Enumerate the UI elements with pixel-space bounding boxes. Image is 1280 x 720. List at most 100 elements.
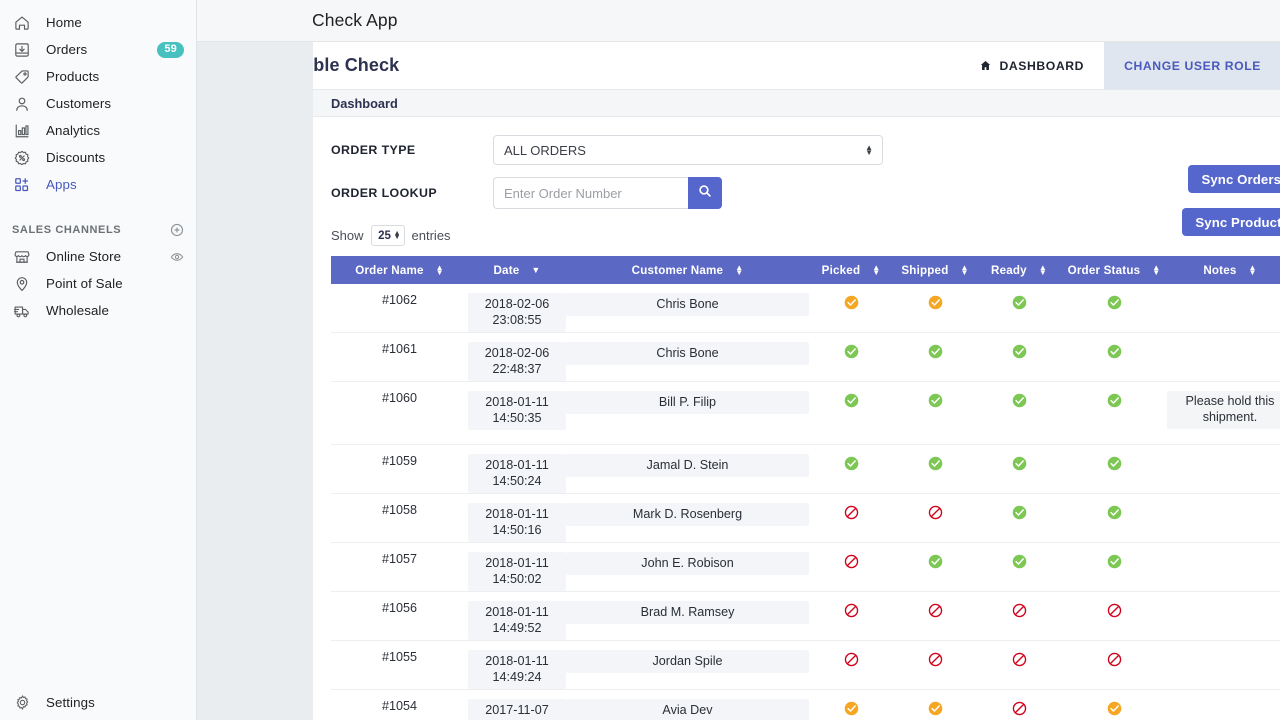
sort-both-icon: ▲▼	[1152, 265, 1160, 275]
column-header-shipped[interactable]: Shipped▲▼	[893, 256, 977, 284]
sidebar-item-products[interactable]: Products	[0, 63, 196, 90]
tab-dashboard[interactable]: DASHBOARD	[959, 42, 1104, 89]
eye-icon[interactable]	[170, 250, 184, 264]
cell-ready	[977, 690, 1061, 720]
cell-notes	[1167, 445, 1280, 494]
tab-change-user-role[interactable]: CHANGE USER ROLE	[1104, 42, 1280, 89]
table-row[interactable]: #10602018-01-1114:50:35Bill P. FilipPlea…	[331, 382, 1280, 445]
search-icon	[698, 184, 712, 203]
storefront-icon	[12, 247, 32, 267]
column-header-ready[interactable]: Ready▲▼	[977, 256, 1061, 284]
check-circle-filled-green-icon	[1011, 504, 1028, 521]
cell-order-status	[1061, 592, 1167, 641]
order-type-select[interactable]: ALL ORDERS ▲▼	[493, 135, 883, 165]
sort-both-icon: ▲▼	[735, 265, 743, 275]
cell-customer-name: Brad M. Ramsey	[566, 592, 809, 641]
cell-date: 2018-01-1114:50:35	[468, 382, 566, 445]
table-row[interactable]: #10622018-02-0623:08:55Chris Bone	[331, 284, 1280, 333]
cell-order-name: #1061	[331, 333, 468, 382]
sidebar-item-label: Analytics	[46, 123, 100, 138]
cell-shipped	[893, 494, 977, 543]
cell-date: 2018-02-0622:48:37	[468, 333, 566, 382]
column-header-label: Order Status	[1068, 264, 1141, 277]
sidebar-item-home[interactable]: Home	[0, 9, 196, 36]
sales-channels-section-header: SALES CHANNELS	[0, 216, 196, 243]
table-row[interactable]: #10612018-02-0622:48:37Chris Bone	[331, 333, 1280, 382]
sidebar-channel-online-store[interactable]: Online Store	[0, 243, 196, 270]
sales-channels-title: SALES CHANNELS	[12, 224, 121, 236]
tab-label: DASHBOARD	[999, 59, 1084, 73]
cell-order-status	[1061, 445, 1167, 494]
cell-order-status	[1061, 543, 1167, 592]
column-header-label: Order Name	[355, 264, 423, 277]
column-header-date[interactable]: Date▼	[468, 256, 566, 284]
column-header-customer-name[interactable]: Customer Name▲▼	[566, 256, 809, 284]
panel-heading: Dashboard	[313, 90, 1280, 117]
sidebar-channel-label: Online Store	[46, 249, 121, 264]
sidebar-item-discounts[interactable]: Discounts	[0, 144, 196, 171]
table-row[interactable]: #10592018-01-1114:50:24Jamal D. Stein	[331, 445, 1280, 494]
cell-ready	[977, 641, 1061, 690]
gear-icon	[12, 693, 32, 713]
table-row[interactable]: #10552018-01-1114:49:24Jordan Spile	[331, 641, 1280, 690]
cell-picked	[809, 382, 893, 445]
sidebar-item-analytics[interactable]: Analytics	[0, 117, 196, 144]
apps-grid-plus-icon	[12, 175, 32, 195]
cell-order-status	[1061, 690, 1167, 720]
sort-both-icon: ▲▼	[872, 265, 880, 275]
check-circle-filled-green-icon	[1011, 392, 1028, 409]
cell-customer-name: Chris Bone	[566, 333, 809, 382]
gutter-titlebar-spacer	[197, 0, 313, 42]
order-type-row: ORDER TYPE ALL ORDERS ▲▼	[331, 135, 1280, 165]
sidebar-item-label: Home	[46, 15, 82, 30]
cell-picked	[809, 284, 893, 333]
column-header-order-status[interactable]: Order Status ▲▼	[1061, 256, 1167, 284]
check-circle-filled-green-icon	[1106, 553, 1123, 570]
cell-date: 2018-01-1114:49:24	[468, 641, 566, 690]
cell-customer-name: Mark D. Rosenberg	[566, 494, 809, 543]
cell-shipped	[893, 592, 977, 641]
order-lookup-group: Enter Order Number	[493, 177, 722, 209]
column-header-label: Date	[493, 264, 519, 277]
column-header-picked[interactable]: Picked▲▼	[809, 256, 893, 284]
orders-table-body: #10622018-02-0623:08:55Chris Bone#106120…	[331, 284, 1280, 720]
blocked-circle-outline-red-icon	[1011, 602, 1028, 619]
panel-body: ORDER TYPE ALL ORDERS ▲▼ ORDER LOOKUP	[313, 117, 1280, 720]
table-row[interactable]: #10562018-01-1114:49:52Brad M. Ramsey	[331, 592, 1280, 641]
blocked-circle-outline-red-icon	[1106, 602, 1123, 619]
sidebar-item-label: Orders	[46, 42, 87, 57]
embedded-app-gutter	[197, 0, 313, 720]
entries-per-page-select[interactable]: 25 ▲▼	[371, 225, 405, 246]
blocked-circle-outline-red-icon	[843, 504, 860, 521]
table-row[interactable]: #10542017-11-0701:31:58Avia Dev	[331, 690, 1280, 720]
sidebar-nav: Home Orders 59 ProductsCustomers Analytics Di…	[0, 0, 196, 198]
cell-ready	[977, 445, 1061, 494]
table-row[interactable]: #10582018-01-1114:50:16Mark D. Rosenberg	[331, 494, 1280, 543]
check-circle-filled-green-icon	[1011, 343, 1028, 360]
sidebar-item-settings[interactable]: Settings	[0, 689, 197, 716]
column-header-notes[interactable]: Notes▲▼	[1167, 256, 1280, 284]
sync-products-button[interactable]: Sync Products	[1182, 208, 1280, 236]
embedded-app-titlebar: Double Check App	[313, 0, 1280, 42]
order-lookup-input[interactable]: Enter Order Number	[493, 177, 688, 209]
embedded-app-area: Double Check App Double Check DASHBOARDC…	[313, 0, 1280, 720]
cell-order-name: #1054	[331, 690, 468, 720]
sidebar-item-apps[interactable]: Apps	[0, 171, 196, 198]
sync-orders-button[interactable]: Sync Orders	[1188, 165, 1280, 193]
cell-date: 2018-01-1114:50:24	[468, 445, 566, 494]
sidebar-item-customers[interactable]: Customers	[0, 90, 196, 117]
app-header: Double Check DASHBOARDCHANGE USER ROLE	[313, 42, 1280, 90]
order-lookup-search-button[interactable]	[688, 177, 722, 209]
sidebar-item-orders[interactable]: Orders 59	[0, 36, 196, 63]
cell-shipped	[893, 445, 977, 494]
sidebar-channel-point-of-sale[interactable]: Point of Sale	[0, 270, 196, 297]
cell-customer-name: Avia Dev	[566, 690, 809, 720]
plus-circle-icon[interactable]	[170, 223, 184, 237]
cell-order-status	[1061, 333, 1167, 382]
cell-notes	[1167, 543, 1280, 592]
sidebar-channel-wholesale[interactable]: Wholesale	[0, 297, 196, 324]
table-row[interactable]: #10572018-01-1114:50:02John E. Robison	[331, 543, 1280, 592]
check-circle-filled-orange-icon	[843, 294, 860, 311]
column-header-order-name[interactable]: Order Name▲▼	[331, 256, 468, 284]
sidebar-item-badge: 59	[157, 42, 184, 58]
